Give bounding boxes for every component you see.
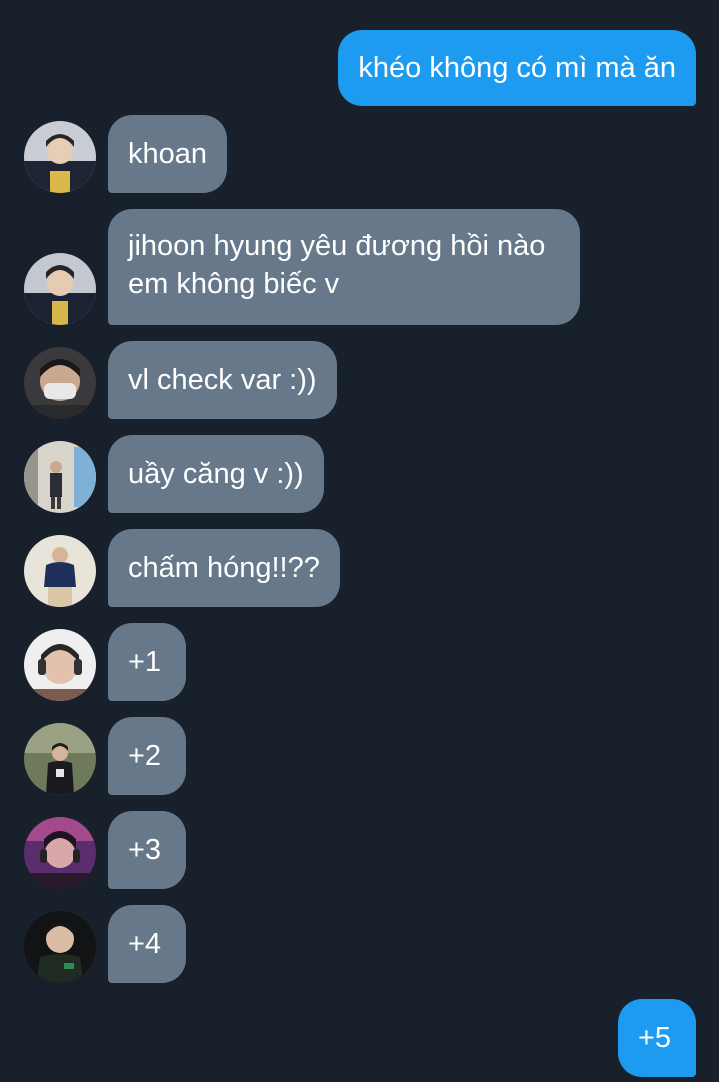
avatar-navy-sweater[interactable] (24, 535, 96, 607)
avatar-purple-stage[interactable] (24, 817, 96, 889)
chat-conversation: khéo không có mì mà ăn khoan jihoon hyun… (0, 0, 719, 1082)
message-text: chấm hóng!!?? (128, 552, 320, 584)
avatar-headset[interactable] (24, 629, 96, 701)
message-bubble-incoming[interactable]: chấm hóng!!?? (108, 529, 340, 607)
message-bubble-incoming[interactable]: +4 (108, 905, 186, 983)
message-bubble-incoming[interactable]: jihoon hyung yêu đương hồi nào em không … (108, 209, 580, 325)
message-bubble-incoming[interactable]: +1 (108, 623, 186, 701)
avatar-jersey-1[interactable] (24, 121, 96, 193)
message-text: jihoon hyung yêu đương hồi nào em không … (128, 230, 546, 300)
message-bubble-incoming[interactable]: +3 (108, 811, 186, 889)
message-text: vl check var :)) (128, 364, 317, 396)
message-bubble-incoming[interactable]: uầy căng v :)) (108, 435, 324, 513)
message-text: uầy căng v :)) (128, 458, 304, 490)
message-text: khoan (128, 138, 208, 170)
message-text: +1 (128, 646, 162, 678)
avatar-field[interactable] (24, 723, 96, 795)
message-text: khéo không có mì mà ăn (358, 52, 676, 84)
message-text: +3 (128, 834, 162, 866)
avatar-masked[interactable] (24, 347, 96, 419)
message-bubble-incoming[interactable]: +2 (108, 717, 186, 795)
message-bubble-outgoing[interactable]: khéo không có mì mà ăn (338, 30, 696, 106)
avatar-street[interactable] (24, 441, 96, 513)
avatar-dark-jersey[interactable] (24, 911, 96, 983)
message-text: +5 (638, 1022, 672, 1054)
avatar-jersey-2[interactable] (24, 253, 96, 325)
message-bubble-outgoing[interactable]: +5 (618, 999, 696, 1077)
message-text: +2 (128, 740, 162, 772)
message-bubble-incoming[interactable]: vl check var :)) (108, 341, 337, 419)
message-bubble-incoming[interactable]: khoan (108, 115, 228, 193)
message-text: +4 (128, 928, 162, 960)
